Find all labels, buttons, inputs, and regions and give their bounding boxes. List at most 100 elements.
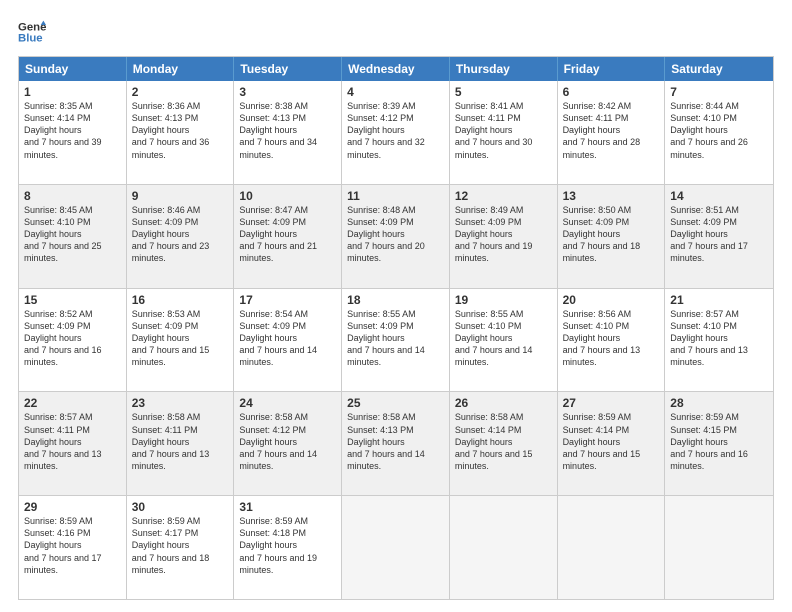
cell-info: Sunrise: 8:57 AMSunset: 4:11 PMDaylight … xyxy=(24,412,102,471)
cell-info: Sunrise: 8:38 AMSunset: 4:13 PMDaylight … xyxy=(239,101,317,160)
cal-cell-12: 12 Sunrise: 8:49 AMSunset: 4:09 PMDaylig… xyxy=(450,185,558,288)
cal-cell-1: 1 Sunrise: 8:35 AMSunset: 4:14 PMDayligh… xyxy=(19,81,127,184)
day-number: 22 xyxy=(24,396,121,410)
cell-info: Sunrise: 8:44 AMSunset: 4:10 PMDaylight … xyxy=(670,101,748,160)
cell-info: Sunrise: 8:56 AMSunset: 4:10 PMDaylight … xyxy=(563,309,641,368)
cal-cell-15: 15 Sunrise: 8:52 AMSunset: 4:09 PMDaylig… xyxy=(19,289,127,392)
day-number: 3 xyxy=(239,85,336,99)
cell-info: Sunrise: 8:52 AMSunset: 4:09 PMDaylight … xyxy=(24,309,102,368)
cell-info: Sunrise: 8:59 AMSunset: 4:14 PMDaylight … xyxy=(563,412,641,471)
cell-info: Sunrise: 8:55 AMSunset: 4:09 PMDaylight … xyxy=(347,309,425,368)
cal-cell-17: 17 Sunrise: 8:54 AMSunset: 4:09 PMDaylig… xyxy=(234,289,342,392)
cell-info: Sunrise: 8:54 AMSunset: 4:09 PMDaylight … xyxy=(239,309,317,368)
cell-info: Sunrise: 8:59 AMSunset: 4:15 PMDaylight … xyxy=(670,412,748,471)
cal-cell-31: 31 Sunrise: 8:59 AMSunset: 4:18 PMDaylig… xyxy=(234,496,342,599)
cal-cell-6: 6 Sunrise: 8:42 AMSunset: 4:11 PMDayligh… xyxy=(558,81,666,184)
cell-info: Sunrise: 8:59 AMSunset: 4:18 PMDaylight … xyxy=(239,516,317,575)
day-number: 9 xyxy=(132,189,229,203)
cal-cell-empty xyxy=(665,496,773,599)
cell-info: Sunrise: 8:46 AMSunset: 4:09 PMDaylight … xyxy=(132,205,210,264)
day-number: 24 xyxy=(239,396,336,410)
cal-cell-24: 24 Sunrise: 8:58 AMSunset: 4:12 PMDaylig… xyxy=(234,392,342,495)
cal-row-2: 15 Sunrise: 8:52 AMSunset: 4:09 PMDaylig… xyxy=(19,288,773,392)
cal-row-3: 22 Sunrise: 8:57 AMSunset: 4:11 PMDaylig… xyxy=(19,391,773,495)
day-number: 16 xyxy=(132,293,229,307)
day-number: 23 xyxy=(132,396,229,410)
cell-info: Sunrise: 8:42 AMSunset: 4:11 PMDaylight … xyxy=(563,101,641,160)
day-number: 27 xyxy=(563,396,660,410)
cell-info: Sunrise: 8:59 AMSunset: 4:17 PMDaylight … xyxy=(132,516,210,575)
cell-info: Sunrise: 8:58 AMSunset: 4:12 PMDaylight … xyxy=(239,412,317,471)
day-number: 13 xyxy=(563,189,660,203)
cal-cell-empty xyxy=(450,496,558,599)
cell-info: Sunrise: 8:47 AMSunset: 4:09 PMDaylight … xyxy=(239,205,317,264)
cal-cell-22: 22 Sunrise: 8:57 AMSunset: 4:11 PMDaylig… xyxy=(19,392,127,495)
cal-cell-empty xyxy=(342,496,450,599)
cal-cell-30: 30 Sunrise: 8:59 AMSunset: 4:17 PMDaylig… xyxy=(127,496,235,599)
day-number: 15 xyxy=(24,293,121,307)
cal-cell-19: 19 Sunrise: 8:55 AMSunset: 4:10 PMDaylig… xyxy=(450,289,558,392)
day-number: 2 xyxy=(132,85,229,99)
cal-cell-20: 20 Sunrise: 8:56 AMSunset: 4:10 PMDaylig… xyxy=(558,289,666,392)
day-number: 30 xyxy=(132,500,229,514)
cell-info: Sunrise: 8:53 AMSunset: 4:09 PMDaylight … xyxy=(132,309,210,368)
day-header-sunday: Sunday xyxy=(19,57,127,81)
cal-cell-10: 10 Sunrise: 8:47 AMSunset: 4:09 PMDaylig… xyxy=(234,185,342,288)
day-number: 19 xyxy=(455,293,552,307)
day-header-thursday: Thursday xyxy=(450,57,558,81)
day-number: 26 xyxy=(455,396,552,410)
cell-info: Sunrise: 8:45 AMSunset: 4:10 PMDaylight … xyxy=(24,205,102,264)
cell-info: Sunrise: 8:35 AMSunset: 4:14 PMDaylight … xyxy=(24,101,102,160)
header: General Blue xyxy=(18,18,774,46)
cal-cell-18: 18 Sunrise: 8:55 AMSunset: 4:09 PMDaylig… xyxy=(342,289,450,392)
calendar: SundayMondayTuesdayWednesdayThursdayFrid… xyxy=(18,56,774,600)
cell-info: Sunrise: 8:48 AMSunset: 4:09 PMDaylight … xyxy=(347,205,425,264)
day-number: 17 xyxy=(239,293,336,307)
calendar-body: 1 Sunrise: 8:35 AMSunset: 4:14 PMDayligh… xyxy=(19,81,773,599)
day-number: 5 xyxy=(455,85,552,99)
cell-info: Sunrise: 8:58 AMSunset: 4:11 PMDaylight … xyxy=(132,412,210,471)
cell-info: Sunrise: 8:57 AMSunset: 4:10 PMDaylight … xyxy=(670,309,748,368)
day-number: 1 xyxy=(24,85,121,99)
day-number: 6 xyxy=(563,85,660,99)
day-number: 8 xyxy=(24,189,121,203)
cal-cell-23: 23 Sunrise: 8:58 AMSunset: 4:11 PMDaylig… xyxy=(127,392,235,495)
cal-cell-9: 9 Sunrise: 8:46 AMSunset: 4:09 PMDayligh… xyxy=(127,185,235,288)
day-number: 4 xyxy=(347,85,444,99)
day-number: 18 xyxy=(347,293,444,307)
logo: General Blue xyxy=(18,18,46,46)
cell-info: Sunrise: 8:36 AMSunset: 4:13 PMDaylight … xyxy=(132,101,210,160)
cell-info: Sunrise: 8:51 AMSunset: 4:09 PMDaylight … xyxy=(670,205,748,264)
cell-info: Sunrise: 8:49 AMSunset: 4:09 PMDaylight … xyxy=(455,205,533,264)
day-header-saturday: Saturday xyxy=(665,57,773,81)
page: General Blue SundayMondayTuesdayWednesda… xyxy=(0,0,792,612)
cal-row-1: 8 Sunrise: 8:45 AMSunset: 4:10 PMDayligh… xyxy=(19,184,773,288)
svg-text:General: General xyxy=(18,21,46,33)
cal-cell-3: 3 Sunrise: 8:38 AMSunset: 4:13 PMDayligh… xyxy=(234,81,342,184)
day-header-wednesday: Wednesday xyxy=(342,57,450,81)
cell-info: Sunrise: 8:41 AMSunset: 4:11 PMDaylight … xyxy=(455,101,533,160)
day-header-friday: Friday xyxy=(558,57,666,81)
cal-row-0: 1 Sunrise: 8:35 AMSunset: 4:14 PMDayligh… xyxy=(19,81,773,184)
cal-cell-13: 13 Sunrise: 8:50 AMSunset: 4:09 PMDaylig… xyxy=(558,185,666,288)
cal-row-4: 29 Sunrise: 8:59 AMSunset: 4:16 PMDaylig… xyxy=(19,495,773,599)
day-number: 28 xyxy=(670,396,768,410)
cell-info: Sunrise: 8:55 AMSunset: 4:10 PMDaylight … xyxy=(455,309,533,368)
day-number: 29 xyxy=(24,500,121,514)
day-number: 7 xyxy=(670,85,768,99)
day-number: 14 xyxy=(670,189,768,203)
cal-cell-11: 11 Sunrise: 8:48 AMSunset: 4:09 PMDaylig… xyxy=(342,185,450,288)
day-number: 21 xyxy=(670,293,768,307)
day-header-monday: Monday xyxy=(127,57,235,81)
cal-cell-25: 25 Sunrise: 8:58 AMSunset: 4:13 PMDaylig… xyxy=(342,392,450,495)
cal-cell-8: 8 Sunrise: 8:45 AMSunset: 4:10 PMDayligh… xyxy=(19,185,127,288)
cal-cell-26: 26 Sunrise: 8:58 AMSunset: 4:14 PMDaylig… xyxy=(450,392,558,495)
cal-cell-16: 16 Sunrise: 8:53 AMSunset: 4:09 PMDaylig… xyxy=(127,289,235,392)
day-number: 25 xyxy=(347,396,444,410)
day-header-tuesday: Tuesday xyxy=(234,57,342,81)
calendar-header: SundayMondayTuesdayWednesdayThursdayFrid… xyxy=(19,57,773,81)
cal-cell-14: 14 Sunrise: 8:51 AMSunset: 4:09 PMDaylig… xyxy=(665,185,773,288)
cell-info: Sunrise: 8:58 AMSunset: 4:13 PMDaylight … xyxy=(347,412,425,471)
cell-info: Sunrise: 8:59 AMSunset: 4:16 PMDaylight … xyxy=(24,516,102,575)
cell-info: Sunrise: 8:50 AMSunset: 4:09 PMDaylight … xyxy=(563,205,641,264)
